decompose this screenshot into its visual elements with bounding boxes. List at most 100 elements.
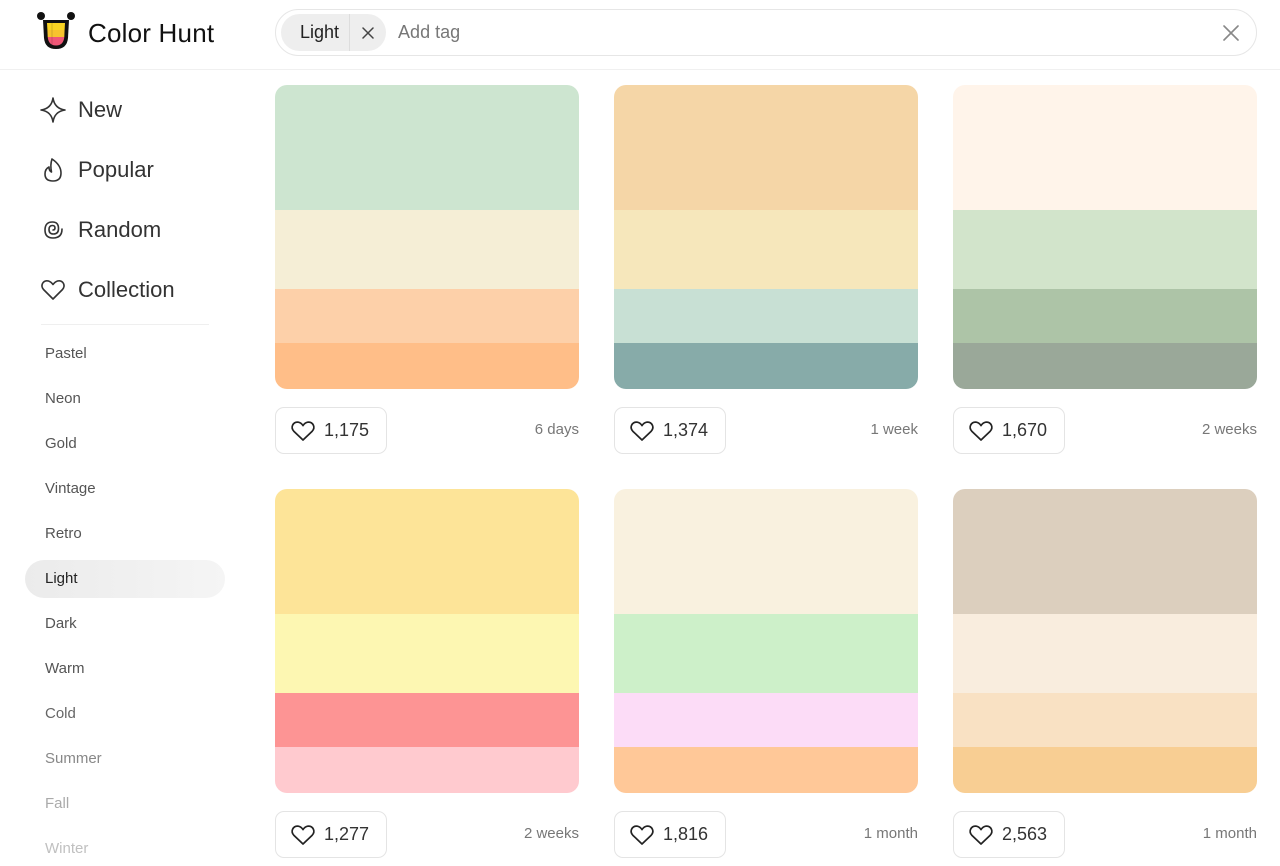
color-swatch[interactable]	[275, 343, 579, 389]
palette-card: 2,563 1 month	[953, 489, 1257, 859]
nav-item-random[interactable]: Random	[25, 200, 225, 260]
close-icon	[362, 26, 374, 39]
palette-card: 1,277 2 weeks	[275, 489, 579, 859]
color-swatch[interactable]	[614, 614, 918, 693]
color-swatch[interactable]	[614, 693, 918, 747]
nav-label: Collection	[78, 277, 175, 302]
brand-name: Color Hunt	[88, 18, 215, 48]
palette-card: 1,816 1 month	[614, 489, 918, 859]
like-button[interactable]: 1,175	[275, 407, 388, 454]
palette-footer: 1,277 2 weeks	[275, 811, 579, 859]
palette-date: 1 month	[1202, 825, 1257, 842]
palette[interactable]	[953, 489, 1257, 793]
nav-item-new[interactable]: New	[25, 80, 225, 140]
color-swatch[interactable]	[953, 85, 1257, 210]
sidebar-tag-cold[interactable]: Cold	[25, 695, 225, 733]
sidebar: New Popular Random Collection Pastel Neo…	[25, 80, 225, 866]
nav-item-collection[interactable]: Collection	[25, 260, 225, 320]
sparkle-icon	[39, 96, 67, 124]
nav-label: Popular	[78, 157, 154, 182]
heart-icon	[290, 823, 316, 847]
top-bar: Color Hunt Light	[0, 0, 1280, 70]
color-swatch[interactable]	[275, 614, 579, 693]
nav-item-popular[interactable]: Popular	[25, 140, 225, 200]
like-button[interactable]: 1,374	[614, 407, 727, 454]
sidebar-tag-winter[interactable]: Winter	[25, 830, 225, 866]
palette-card: 1,175 6 days	[275, 85, 579, 455]
add-tag-input[interactable]	[398, 22, 1099, 43]
color-swatch[interactable]	[953, 289, 1257, 343]
like-count: 1,175	[324, 420, 370, 440]
palette-card: 1,670 2 weeks	[953, 85, 1257, 455]
remove-tag-button[interactable]	[350, 14, 386, 51]
palette-footer: 1,175 6 days	[275, 407, 579, 455]
palette-footer: 1,670 2 weeks	[953, 407, 1257, 455]
palette[interactable]	[275, 489, 579, 793]
palette-card: 1,374 1 week	[614, 85, 918, 455]
like-button[interactable]: 2,563	[953, 811, 1066, 858]
color-swatch[interactable]	[275, 289, 579, 343]
heart-icon	[629, 419, 655, 443]
color-swatch[interactable]	[614, 343, 918, 389]
spiral-icon	[39, 216, 67, 244]
sidebar-tag-pastel[interactable]: Pastel	[25, 335, 225, 373]
sidebar-tag-neon[interactable]: Neon	[25, 380, 225, 418]
sidebar-tag-dark[interactable]: Dark	[25, 605, 225, 643]
color-swatch[interactable]	[275, 489, 579, 614]
logo[interactable]: Color Hunt	[36, 10, 214, 57]
close-icon	[1223, 25, 1239, 41]
color-swatch[interactable]	[614, 747, 918, 793]
color-swatch[interactable]	[614, 289, 918, 343]
color-swatch[interactable]	[953, 489, 1257, 614]
palette[interactable]	[275, 85, 579, 389]
color-swatch[interactable]	[953, 693, 1257, 747]
heart-icon	[39, 276, 67, 304]
color-swatch[interactable]	[614, 489, 918, 614]
color-swatch[interactable]	[614, 210, 918, 289]
palette[interactable]	[953, 85, 1257, 389]
color-swatch[interactable]	[275, 693, 579, 747]
palette-date: 2 weeks	[1201, 421, 1257, 438]
like-count: 1,816	[663, 824, 709, 844]
like-button[interactable]: 1,816	[614, 811, 727, 858]
tag-search-bar[interactable]: Light	[275, 9, 1257, 56]
color-swatch[interactable]	[953, 614, 1257, 693]
color-swatch[interactable]	[953, 343, 1257, 389]
like-count: 1,374	[663, 420, 709, 440]
nav-label: Random	[78, 217, 162, 242]
palette-footer: 1,816 1 month	[614, 811, 918, 859]
sidebar-tag-summer[interactable]: Summer	[25, 740, 225, 778]
palette-date: 1 month	[863, 825, 918, 842]
like-button[interactable]: 1,670	[953, 407, 1066, 454]
sidebar-tag-warm[interactable]: Warm	[25, 650, 225, 688]
sidebar-tag-vintage[interactable]: Vintage	[25, 470, 225, 508]
like-count: 1,670	[1002, 420, 1048, 440]
palette-date: 2 weeks	[523, 825, 579, 842]
active-tag-label: Light	[281, 14, 351, 51]
tag-list: Pastel Neon Gold Vintage Retro Light Dar…	[25, 335, 225, 866]
sidebar-tag-light[interactable]: Light	[25, 560, 225, 598]
like-count: 1,277	[324, 824, 370, 844]
color-swatch[interactable]	[953, 210, 1257, 289]
palette-footer: 1,374 1 week	[614, 407, 918, 455]
sidebar-tag-gold[interactable]: Gold	[25, 425, 225, 463]
color-swatch[interactable]	[275, 210, 579, 289]
sidebar-tag-retro[interactable]: Retro	[25, 515, 225, 553]
palette[interactable]	[614, 489, 918, 793]
active-tag-chip[interactable]: Light	[281, 14, 387, 51]
flame-icon	[39, 156, 67, 184]
clear-search-button[interactable]	[1220, 22, 1242, 44]
palette-date: 6 days	[534, 421, 579, 438]
color-hunt-logo-icon	[36, 10, 76, 57]
heart-icon	[968, 419, 994, 443]
heart-icon	[968, 823, 994, 847]
color-swatch[interactable]	[614, 85, 918, 210]
heart-icon	[290, 419, 316, 443]
palette-footer: 2,563 1 month	[953, 811, 1257, 859]
like-button[interactable]: 1,277	[275, 811, 388, 858]
color-swatch[interactable]	[275, 85, 579, 210]
color-swatch[interactable]	[275, 747, 579, 793]
color-swatch[interactable]	[953, 747, 1257, 793]
palette[interactable]	[614, 85, 918, 389]
sidebar-tag-fall[interactable]: Fall	[25, 785, 225, 823]
